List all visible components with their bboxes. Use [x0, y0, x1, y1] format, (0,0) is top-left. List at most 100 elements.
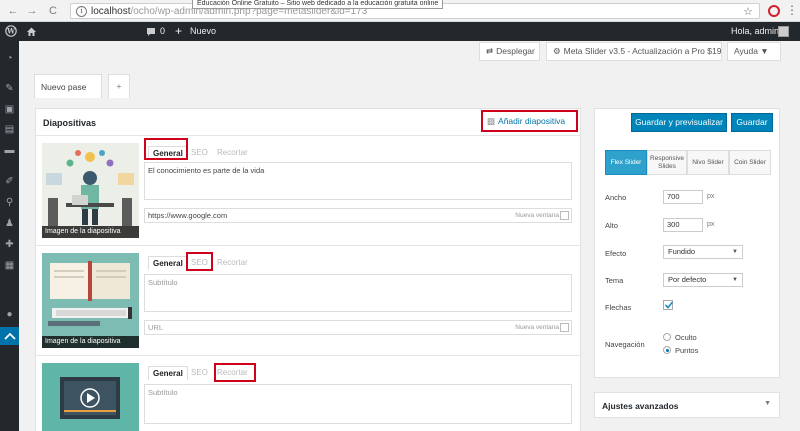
back-icon[interactable]: ←: [6, 4, 20, 18]
highlight-crop-tab: [214, 363, 256, 382]
settings-icon[interactable]: ▦: [4, 260, 15, 271]
svg-text:W: W: [6, 27, 15, 36]
new-window-label: Nueva ventana: [515, 324, 559, 331]
tab-slideshow[interactable]: Nuevo pase: [34, 74, 102, 98]
advanced-settings-header[interactable]: Ajustes avanzados ▼: [594, 392, 780, 418]
url-value: https://www.google.com: [148, 211, 228, 220]
help-button[interactable]: Ayuda ▼: [727, 42, 781, 61]
comments-count[interactable]: 0: [160, 22, 165, 41]
chevron-down-icon: ▼: [732, 249, 738, 255]
tab-general[interactable]: General: [148, 366, 188, 380]
height-input[interactable]: 300: [663, 218, 703, 232]
slide-row: Imagen de la diapositiva General SEO Rec…: [35, 245, 581, 355]
height-label: Alto: [605, 221, 618, 230]
thumbnail-label: Imagen de la diapositiva: [42, 226, 139, 238]
new-window-checkbox[interactable]: [560, 211, 569, 220]
url-placeholder: URL: [148, 323, 164, 332]
theme-value: Por defecto: [668, 275, 707, 284]
plugins-icon[interactable]: ⚲: [4, 197, 15, 208]
comments-menu-icon[interactable]: ▬: [4, 145, 15, 156]
slider-type-responsive[interactable]: Responsive Slides: [647, 150, 687, 175]
forward-icon[interactable]: →: [25, 4, 39, 18]
nav-dots-radio[interactable]: [663, 346, 671, 354]
browser-menu-icon[interactable]: ⋮: [786, 3, 798, 17]
new-content-link[interactable]: Nuevo: [190, 22, 216, 41]
slide-row: General SEO Recortar Subtítulo: [35, 355, 581, 431]
effect-label: Efecto: [605, 249, 627, 258]
user-greeting[interactable]: Hola, admin: [731, 22, 779, 41]
pages-icon[interactable]: ▤: [4, 124, 15, 135]
wordpress-logo-icon[interactable]: W: [5, 22, 17, 41]
tab-tooltip: Educación Online Gratuito – Sitio web de…: [192, 0, 444, 9]
advanced-settings-label: Ajustes avanzados: [602, 401, 679, 411]
theme-label: Tema: [605, 276, 624, 285]
browser-toolbar: ← → C i localhost/ocho/wp-admin/admin.ph…: [0, 0, 800, 22]
wp-admin-bar: W 0 + Nuevo Hola, admin: [0, 22, 800, 41]
highlight-add-slide: [481, 110, 578, 132]
checkmark-icon: [664, 301, 674, 309]
new-window-label: Nueva ventana: [515, 212, 559, 219]
update-pro-label: Meta Slider v3.5 - Actualización a Pro $…: [563, 46, 722, 56]
tab-crop[interactable]: Recortar: [217, 148, 248, 157]
sidebar-item-metaslider[interactable]: [0, 327, 19, 345]
url-input[interactable]: URL Nueva ventana: [144, 320, 572, 335]
gear-icon: ⚙: [553, 46, 561, 56]
height-unit: px: [707, 221, 715, 228]
slider-type-nivo[interactable]: Nivo Slider: [687, 150, 729, 175]
collapse-label: Desplegar: [496, 46, 535, 56]
effect-value: Fundido: [668, 247, 696, 256]
home-icon[interactable]: [26, 22, 37, 41]
info-icon[interactable]: i: [76, 6, 87, 17]
nav-dots-label: Puntos: [675, 346, 699, 355]
slide-row: Imagen de la diapositiva General SEO Rec…: [35, 135, 581, 245]
new-window-checkbox[interactable]: [560, 323, 569, 332]
update-pro-button[interactable]: ⚙ Meta Slider v3.5 - Actualización a Pro …: [546, 42, 722, 61]
theme-select[interactable]: Por defecto ▼: [663, 273, 743, 287]
chevron-down-icon: ▼: [732, 277, 738, 283]
admin-menu: ◔ ✎ ▣ ▤ ▬ ✐ ⚲ ♟ ✚ ▦ ●: [0, 41, 19, 431]
tab-seo[interactable]: SEO: [191, 148, 208, 157]
highlight-seo-tab: [186, 252, 213, 271]
users-icon[interactable]: ♟: [4, 218, 15, 229]
width-unit: px: [707, 193, 715, 200]
opera-icon[interactable]: [768, 5, 780, 17]
caption-input[interactable]: El conocimiento es parte de la vida: [144, 162, 572, 200]
nav-hidden-radio[interactable]: [663, 333, 671, 341]
slides-panel-title: Diapositivas: [43, 118, 97, 128]
save-button[interactable]: Guardar: [731, 113, 773, 132]
slide-thumbnail[interactable]: Imagen de la diapositiva: [42, 143, 139, 238]
avatar[interactable]: [778, 26, 789, 37]
reload-icon[interactable]: C: [46, 4, 60, 18]
tools-icon[interactable]: ✚: [4, 239, 15, 250]
slider-type-coin[interactable]: Coin Slider: [729, 150, 771, 175]
collapse-button[interactable]: ⇄ Desplegar: [479, 42, 540, 61]
appearance-icon[interactable]: ✐: [4, 176, 15, 187]
slider-type-flex[interactable]: Flex Slider: [605, 150, 647, 175]
tab-general[interactable]: General: [148, 256, 188, 270]
arrows-label: Flechas: [605, 303, 632, 312]
url-input[interactable]: https://www.google.com Nueva ventana: [144, 208, 572, 223]
slide-thumbnail[interactable]: Imagen de la diapositiva: [42, 253, 139, 348]
shuffle-icon: ⇄: [486, 46, 494, 56]
url-host: localhost: [91, 6, 131, 17]
tab-seo[interactable]: SEO: [191, 368, 208, 377]
slide-thumbnail[interactable]: [42, 363, 139, 431]
caption-input[interactable]: Subtítulo: [144, 384, 572, 424]
bookmark-star-icon[interactable]: ☆: [743, 5, 753, 18]
media-icon[interactable]: ▣: [4, 104, 15, 115]
width-input[interactable]: 700: [663, 190, 703, 204]
dashboard-icon[interactable]: ◔: [4, 53, 15, 64]
comments-icon[interactable]: [146, 22, 156, 41]
pin-icon[interactable]: ✎: [4, 83, 15, 94]
arrows-checkbox[interactable]: [663, 300, 674, 310]
nav-hidden-label: Oculto: [675, 333, 697, 342]
chevron-down-icon: ▼: [764, 400, 771, 407]
caption-input[interactable]: Subtítulo: [144, 274, 572, 312]
save-preview-button[interactable]: Guardar y previsualizar: [631, 113, 727, 132]
effect-select[interactable]: Fundido ▼: [663, 245, 743, 259]
thumbnail-label: Imagen de la diapositiva: [42, 336, 139, 348]
tab-add[interactable]: +: [108, 74, 130, 98]
collapse-menu-icon[interactable]: ●: [4, 309, 15, 320]
plus-icon[interactable]: +: [175, 22, 182, 41]
tab-crop[interactable]: Recortar: [217, 258, 248, 267]
